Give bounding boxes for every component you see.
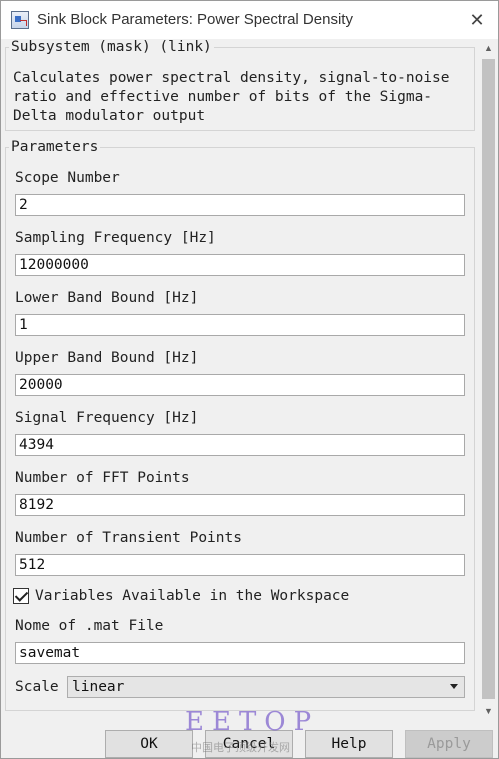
- window-title: Sink Block Parameters: Power Spectral De…: [37, 11, 353, 28]
- sampling-frequency-label: Sampling Frequency [Hz]: [15, 230, 216, 246]
- watermark-logo: EETOP: [185, 707, 320, 737]
- scale-label: Scale: [15, 679, 59, 695]
- close-icon[interactable]: ✕: [464, 7, 490, 33]
- scale-select[interactable]: linear: [67, 676, 465, 698]
- scroll-down-icon[interactable]: ▼: [479, 702, 498, 720]
- sampling-frequency-input[interactable]: 12000000: [15, 254, 465, 276]
- transient-points-label: Number of Transient Points: [15, 530, 242, 546]
- signal-frequency-label: Signal Frequency [Hz]: [15, 410, 199, 426]
- ok-button[interactable]: OK: [105, 730, 193, 758]
- scope-number-label: Scope Number: [15, 170, 120, 186]
- dialog-content: Subsystem (mask) (link) Calculates power…: [1, 39, 479, 719]
- scroll-up-icon[interactable]: ▲: [479, 39, 498, 57]
- lower-band-bound-label: Lower Band Bound [Hz]: [15, 290, 199, 306]
- signal-frequency-input[interactable]: 4394: [15, 434, 465, 456]
- vertical-scrollbar[interactable]: ▲ ▼: [479, 39, 498, 720]
- scope-number-input[interactable]: 2: [15, 194, 465, 216]
- mat-file-input[interactable]: savemat: [15, 642, 465, 664]
- upper-band-bound-input[interactable]: 20000: [15, 374, 465, 396]
- apply-button[interactable]: Apply: [405, 730, 493, 758]
- app-block-icon: [11, 11, 29, 29]
- fft-points-input[interactable]: 8192: [15, 494, 465, 516]
- workspace-variables-checkbox[interactable]: [13, 588, 29, 604]
- upper-band-bound-label: Upper Band Bound [Hz]: [15, 350, 199, 366]
- scrollbar-thumb[interactable]: [482, 59, 495, 699]
- title-bar[interactable]: Sink Block Parameters: Power Spectral De…: [1, 1, 498, 39]
- mask-description: Calculates power spectral density, signa…: [13, 70, 450, 124]
- scale-selected-value: linear: [72, 679, 125, 695]
- parameters-legend: Parameters: [11, 139, 99, 155]
- watermark-subtext: 中国电子顶级开发网: [191, 741, 290, 754]
- workspace-variables-label[interactable]: Variables Available in the Workspace: [35, 588, 349, 604]
- dialog-window: Sink Block Parameters: Power Spectral De…: [0, 0, 499, 759]
- mat-file-label: Nome of .mat File: [15, 618, 164, 634]
- chevron-down-icon: [450, 684, 458, 689]
- mask-legend: Subsystem (mask) (link): [11, 39, 212, 55]
- lower-band-bound-input[interactable]: 1: [15, 314, 465, 336]
- fft-points-label: Number of FFT Points: [15, 470, 190, 486]
- transient-points-input[interactable]: 512: [15, 554, 465, 576]
